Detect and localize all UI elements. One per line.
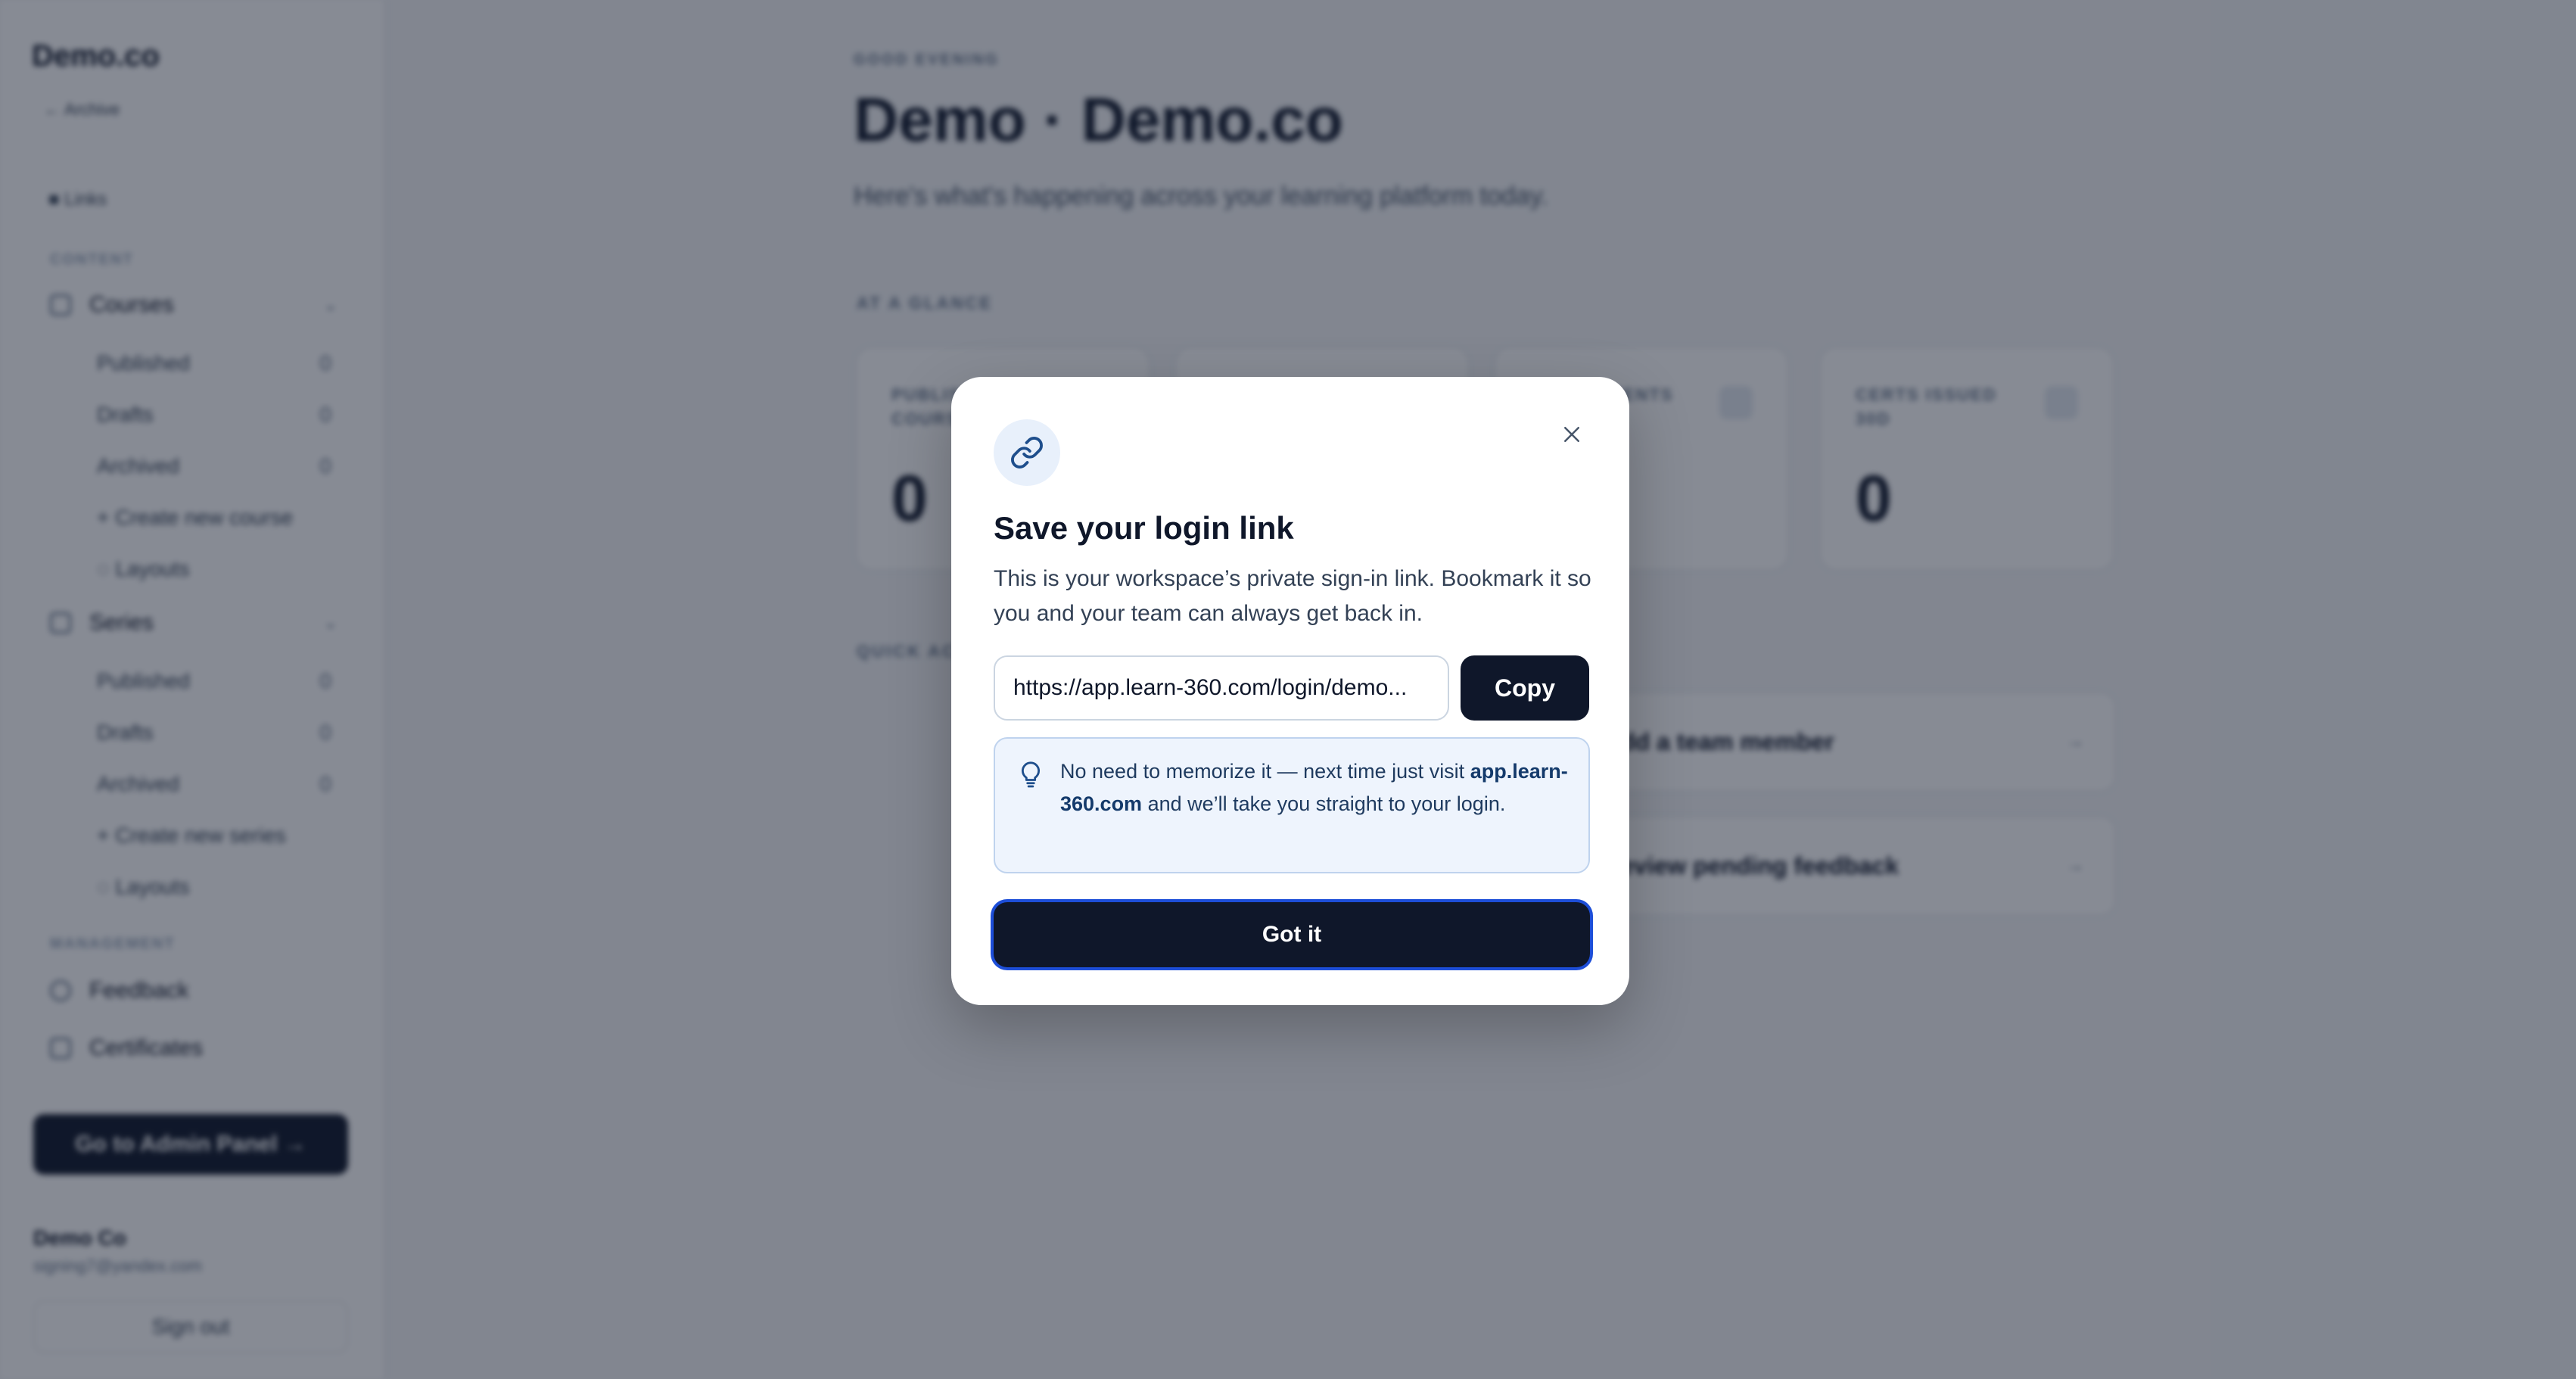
tip-suffix: and we’ll take you straight to your logi…	[1142, 792, 1506, 815]
got-it-button[interactable]: Got it	[994, 902, 1590, 967]
tip-box: No need to memorize it — next time just …	[994, 737, 1590, 873]
tip-prefix: No need to memorize it — next time just …	[1060, 760, 1470, 783]
modal-description: This is your workspace’s private sign-in…	[994, 566, 1591, 626]
login-link-modal: Save your login link This is your worksp…	[951, 377, 1629, 1005]
copy-button[interactable]: Copy	[1461, 655, 1589, 721]
link-icon	[994, 419, 1060, 486]
modal-title: Save your login link	[994, 510, 1294, 546]
login-link-field[interactable]: https://app.learn-360.com/login/demo...	[994, 655, 1449, 721]
lightbulb-icon	[1021, 761, 1041, 788]
close-icon[interactable]	[1557, 419, 1587, 450]
login-link-value: https://app.learn-360.com/login/demo...	[1013, 675, 1408, 700]
tip-text: No need to memorize it — next time just …	[1060, 755, 1575, 820]
